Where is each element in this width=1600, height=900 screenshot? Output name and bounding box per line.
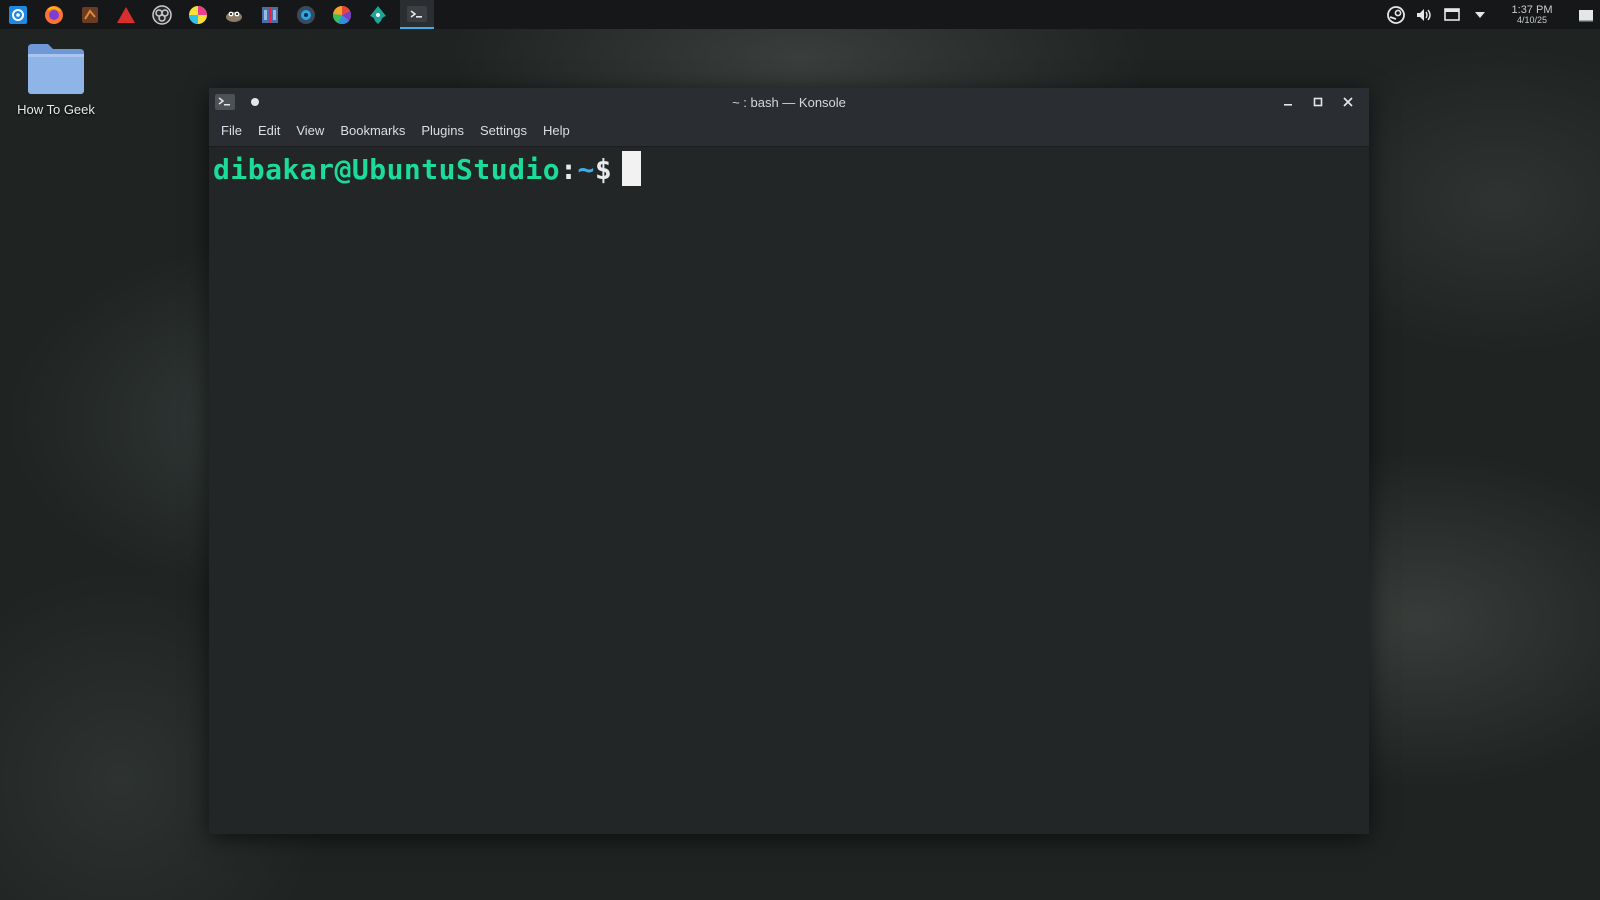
prompt-colon: : [560, 153, 578, 186]
keep-above-icon[interactable] [251, 98, 259, 106]
prompt-user-host: dibakar@UbuntuStudio [213, 153, 561, 186]
gimp-icon[interactable] [220, 0, 248, 29]
clock-date: 4/10/25 [1516, 14, 1548, 25]
firefox-icon[interactable] [40, 0, 68, 29]
desktop-folder[interactable]: How To Geek [12, 42, 100, 117]
konsole-icon[interactable] [400, 0, 434, 29]
taskbar: 1:37 PM 4/10/25 [0, 0, 1600, 29]
krita-icon[interactable] [184, 0, 212, 29]
menu-help[interactable]: Help [535, 116, 578, 146]
text-cursor [622, 151, 642, 186]
menu-settings[interactable]: Settings [472, 116, 535, 146]
show-desktop-icon[interactable] [1572, 0, 1600, 29]
close-button[interactable] [1333, 88, 1363, 116]
menubar: File Edit View Bookmarks Plugins Setting… [209, 116, 1369, 147]
prompt-dollar: $ [594, 153, 613, 186]
menu-view[interactable]: View [288, 116, 332, 146]
menu-plugins[interactable]: Plugins [413, 116, 472, 146]
clock[interactable]: 1:37 PM 4/10/25 [1500, 3, 1564, 25]
clock-time: 1:37 PM [1511, 3, 1553, 16]
darktable-icon[interactable] [328, 0, 356, 29]
obs-icon[interactable] [148, 0, 176, 29]
display-icon[interactable] [1438, 0, 1466, 29]
taskbar-launchers [0, 0, 442, 29]
terminal-app-icon[interactable] [215, 94, 235, 110]
prompt-path: ~ [577, 153, 595, 186]
inkscape-icon[interactable] [364, 0, 392, 29]
desktop-folder-label: How To Geek [17, 102, 95, 117]
window-controls [1273, 88, 1363, 116]
menu-file[interactable]: File [213, 116, 250, 146]
minimize-button[interactable] [1273, 88, 1303, 116]
volume-icon[interactable] [1410, 0, 1438, 29]
window-titlebar[interactable]: ~ : bash — Konsole [209, 88, 1369, 116]
kdenlive-icon[interactable] [256, 0, 284, 29]
steam-icon[interactable] [1382, 0, 1410, 29]
menu-bookmarks[interactable]: Bookmarks [332, 116, 413, 146]
maximize-button[interactable] [1303, 88, 1333, 116]
menu-edit[interactable]: Edit [250, 116, 288, 146]
audacity-icon[interactable] [292, 0, 320, 29]
terminal-area[interactable]: dibakar@UbuntuStudio:~$ [209, 147, 1369, 834]
blender-icon[interactable] [76, 0, 104, 29]
tray-expand-icon[interactable] [1466, 0, 1494, 29]
konsole-window: ~ : bash — Konsole File Edit View Bookma… [209, 88, 1369, 834]
minimize-icon [1284, 104, 1292, 106]
ardour-icon[interactable] [112, 0, 140, 29]
window-title: ~ : bash — Konsole [732, 94, 846, 110]
system-tray: 1:37 PM 4/10/25 [1382, 0, 1600, 29]
app-launcher-icon[interactable] [4, 0, 32, 29]
folder-icon [26, 42, 86, 96]
close-icon [1343, 97, 1353, 107]
shell-prompt: dibakar@UbuntuStudio:~$ [213, 151, 642, 188]
maximize-icon [1313, 97, 1323, 107]
